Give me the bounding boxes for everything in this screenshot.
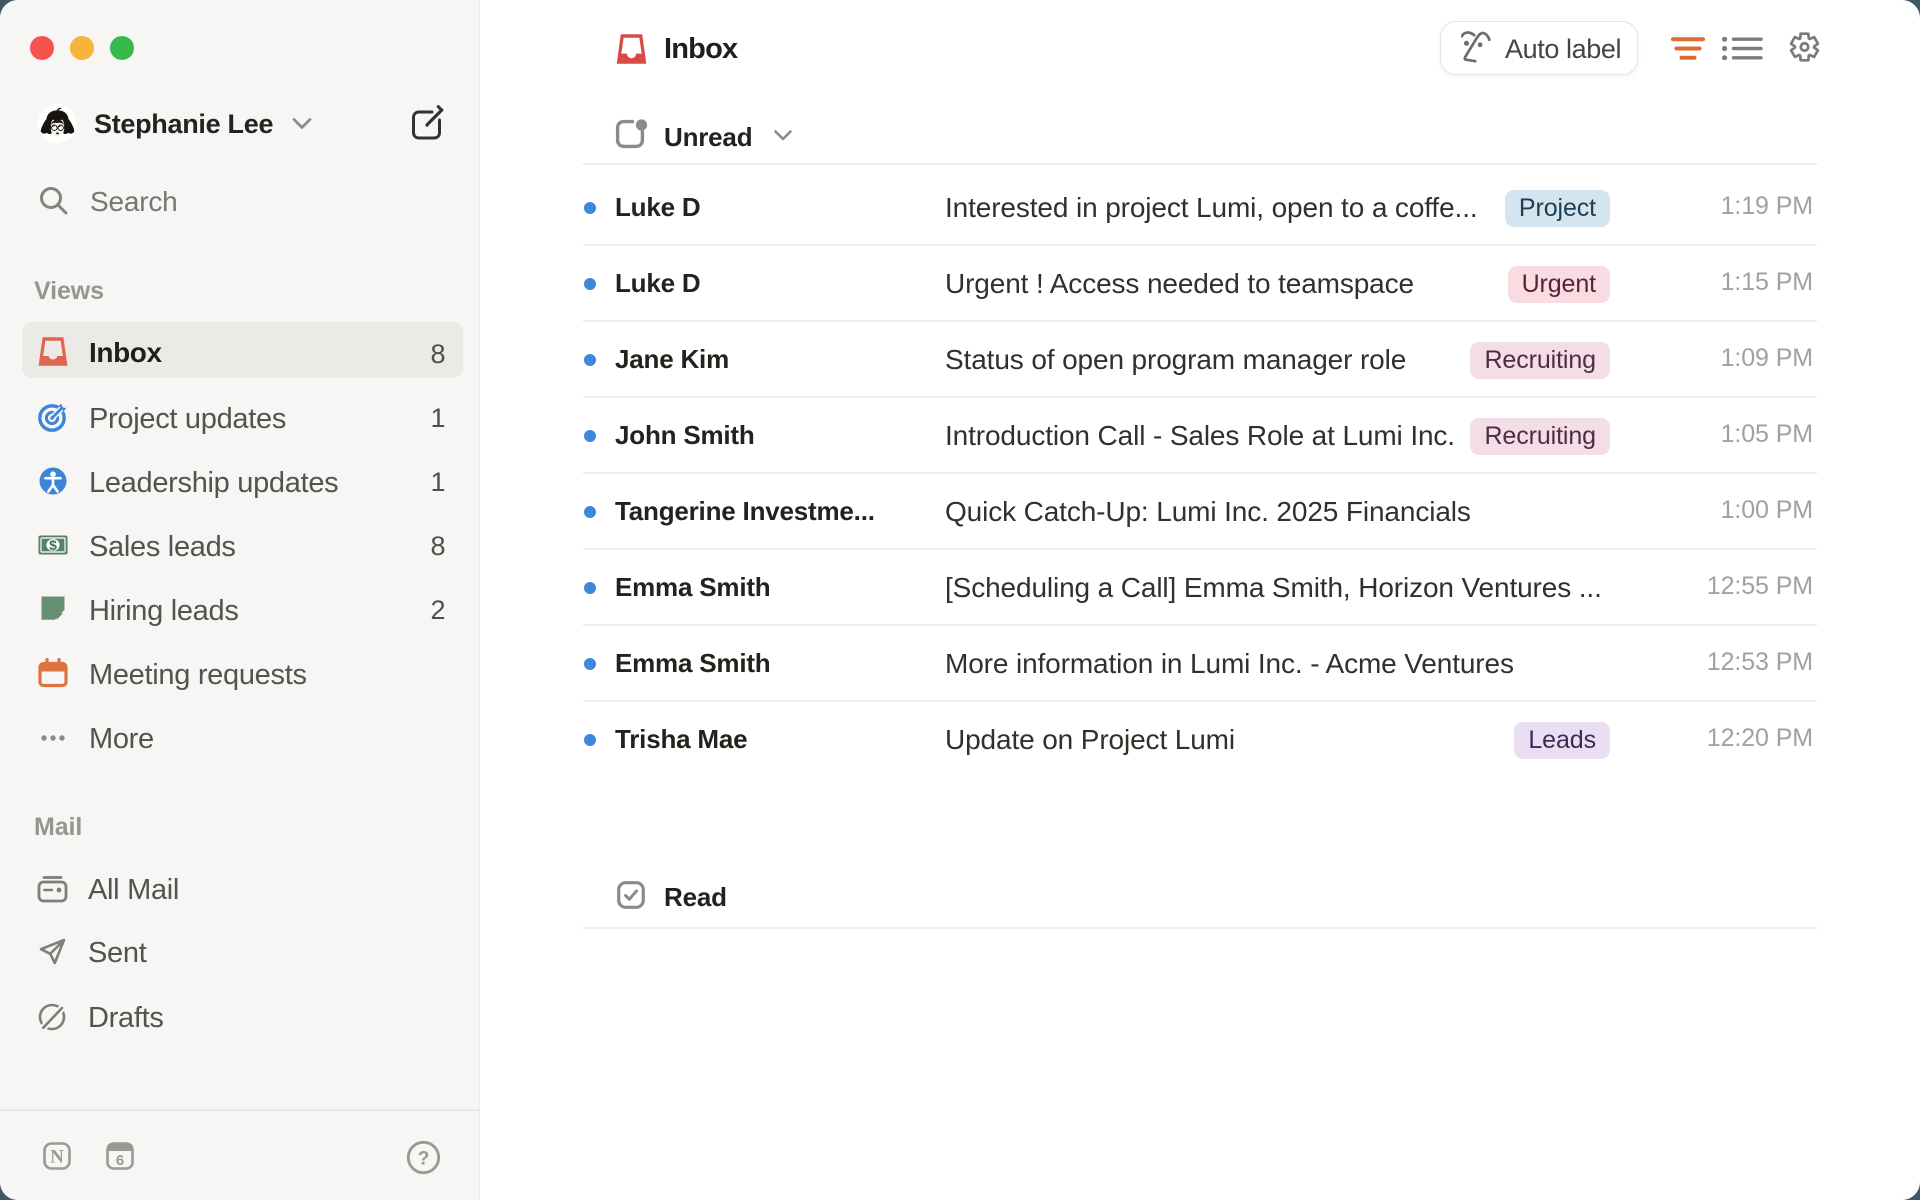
svg-text:$: $ <box>49 537 57 553</box>
svg-text:N: N <box>50 1147 64 1168</box>
svg-text:6: 6 <box>116 1152 124 1169</box>
svg-text:?: ? <box>418 1149 430 1170</box>
